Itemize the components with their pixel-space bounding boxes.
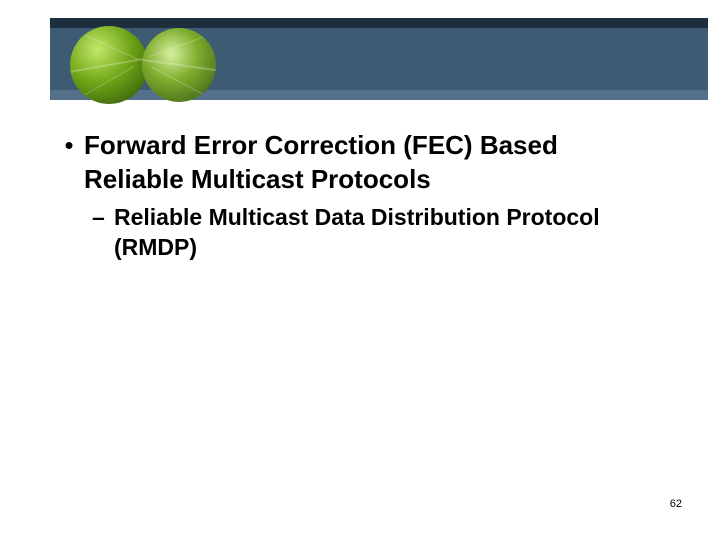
subbullet-text: Reliable Multicast Data Distribution Pro… — [114, 202, 664, 262]
page-number: 62 — [670, 498, 682, 510]
bullet-marker: • — [54, 128, 84, 162]
slide-content: • Forward Error Correction (FEC) Based R… — [54, 128, 664, 262]
banner-top-stripe — [50, 18, 708, 28]
leaf-sphere-icon — [70, 26, 148, 104]
subbullet-marker: – — [92, 202, 114, 232]
bullet-level-1: • Forward Error Correction (FEC) Based R… — [54, 128, 664, 196]
banner-bottom-stripe — [50, 90, 708, 100]
bullet-level-2: – Reliable Multicast Data Distribution P… — [92, 202, 664, 262]
bullet-text: Forward Error Correction (FEC) Based Rel… — [84, 128, 664, 196]
leaf-sphere-icon — [142, 28, 216, 102]
